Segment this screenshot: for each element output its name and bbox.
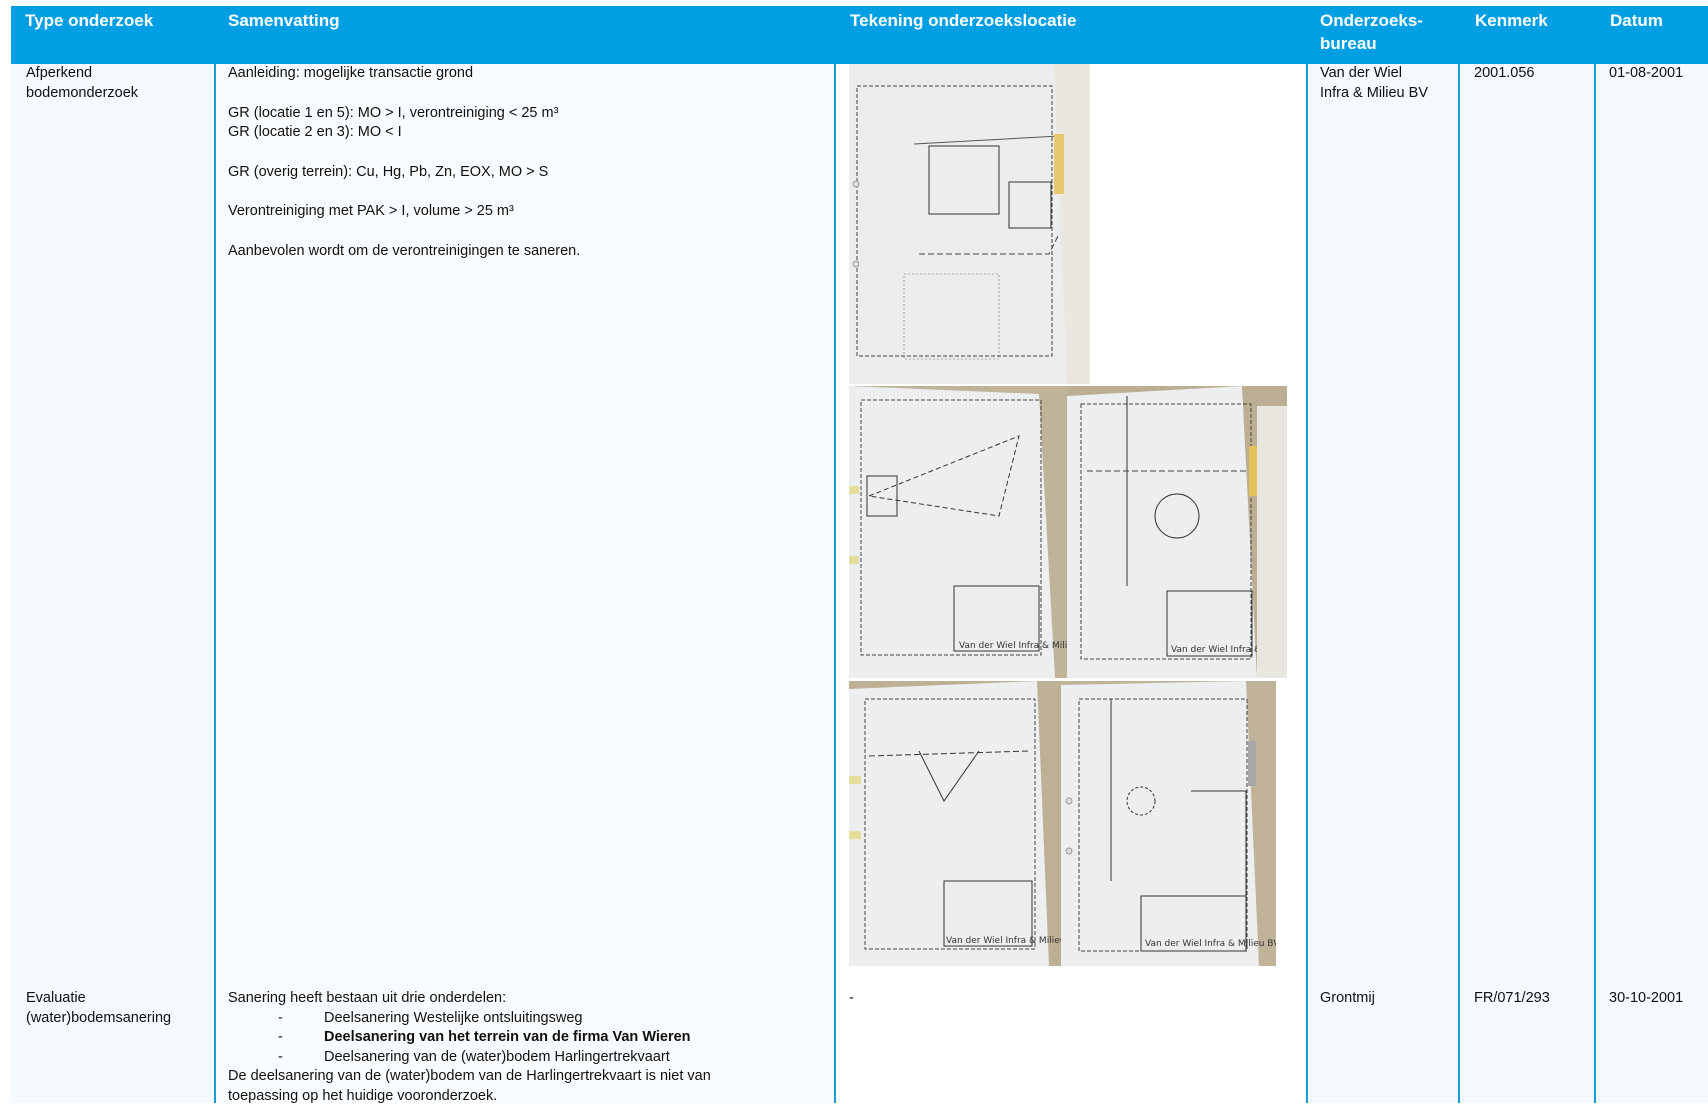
header-datum: Datum (1610, 9, 1663, 32)
site-drawing-photo-5: Van der Wiel Infra & Milieu BV (1061, 681, 1276, 966)
datum-column-bg (1596, 64, 1708, 1103)
drawing-caption: Van der Wiel Infra & Milieu BV (959, 641, 1067, 651)
site-drawing-photo-1 (849, 64, 1090, 384)
site-drawing-photo-2: Van der Wiel Infra & Milieu BV (849, 386, 1067, 678)
column-divider (214, 64, 216, 1103)
row1-bureau-line2: Infra & Milieu BV (1320, 85, 1428, 101)
summary-outro: toepassing op het huidige vooronderzoek. (228, 1087, 828, 1106)
row2-type-line2: (water)bodemsanering (26, 1010, 171, 1026)
summary-bullet-list: - Deelsanering Westelijke ontsluitingsweg… (228, 1009, 828, 1068)
bullet-dash: - (278, 1009, 283, 1029)
header-summary: Samenvatting (228, 9, 339, 32)
summary-outro: De deelsanering van de (water)bodem van … (228, 1067, 828, 1087)
summary-bullet: - Deelsanering Westelijke ontsluitingsweg (228, 1009, 828, 1029)
column-divider (834, 64, 836, 1103)
summary-line: Aanleiding: mogelijke transactie grond (228, 64, 828, 84)
summary-line: GR (locatie 2 en 3): MO < I (228, 123, 828, 143)
summary-line: Verontreiniging met PAK > I, volume > 25… (228, 202, 828, 222)
drawing-caption: Van der Wiel Infra & Milieu BV (1145, 939, 1276, 949)
header-bureau-line2: bureau (1320, 34, 1377, 53)
row1-summary: Aanleiding: mogelijke transactie grond G… (228, 64, 828, 261)
summary-line: GR (overig terrein): Cu, Hg, Pb, Zn, EOX… (228, 163, 828, 183)
row1-type-line2: bodemonderzoek (26, 85, 138, 101)
column-divider (1306, 64, 1308, 1103)
header-kenmerk: Kenmerk (1475, 9, 1548, 32)
document-page: Type onderzoek Samenvatting Tekening ond… (0, 0, 1708, 1103)
bullet-dash: - (278, 1028, 283, 1048)
site-drawing-photo-3: Van der Wiel Infra & Milieu BV (1067, 386, 1287, 678)
column-divider (1458, 64, 1460, 1103)
row1-bureau: Van der Wiel Infra & Milieu BV (1320, 64, 1428, 103)
bullet-dash: - (278, 1048, 283, 1068)
bullet-text: Deelsanering van het terrein van de firm… (324, 1029, 691, 1045)
summary-bullet: - Deelsanering van het terrein van de fir… (228, 1028, 828, 1048)
row1-type: Afperkend bodemonderzoek (26, 64, 138, 103)
column-divider (1594, 64, 1596, 1103)
row1-kenmerk: 2001.056 (1474, 64, 1534, 84)
bureau-column-bg (1308, 64, 1458, 1103)
row2-datum: 30-10-2001 (1609, 989, 1683, 1009)
header-bureau-line1: Onderzoeks- (1320, 11, 1423, 30)
drawing-caption: Van der Wiel Infra & Milieu BV (946, 936, 1061, 946)
row1-datum: 01-08-2001 (1609, 64, 1683, 84)
summary-bullet: - Deelsanering van de (water)bodem Harlin… (228, 1048, 828, 1068)
row2-summary: Sanering heeft bestaan uit drie onderdel… (228, 989, 828, 1106)
row2-bureau: Grontmij (1320, 989, 1375, 1009)
kenmerk-column-bg (1460, 64, 1594, 1103)
table-header: Type onderzoek Samenvatting Tekening ond… (11, 6, 1708, 64)
bullet-text: Deelsanering van de (water)bodem Harling… (324, 1049, 670, 1065)
bullet-text: Deelsanering Westelijke ontsluitingsweg (324, 1010, 582, 1026)
header-drawing: Tekening onderzoekslocatie (850, 9, 1076, 32)
row2-drawing: - (849, 989, 854, 1009)
summary-intro: Sanering heeft bestaan uit drie onderdel… (228, 989, 828, 1009)
row2-kenmerk: FR/071/293 (1474, 989, 1550, 1009)
summary-line: GR (locatie 1 en 5): MO > I, verontreini… (228, 104, 828, 124)
header-bureau: Onderzoeks- bureau (1320, 9, 1423, 55)
type-column-bg (11, 64, 214, 1103)
row2-type: Evaluatie (water)bodemsanering (26, 989, 171, 1028)
row2-type-line1: Evaluatie (26, 990, 86, 1006)
row1-bureau-line1: Van der Wiel (1320, 65, 1402, 81)
summary-line: Aanbevolen wordt om de verontreinigingen… (228, 242, 828, 262)
header-type: Type onderzoek (25, 9, 153, 32)
row1-type-line1: Afperkend (26, 65, 92, 81)
site-drawing-photo-4: Van der Wiel Infra & Milieu BV (849, 681, 1061, 966)
